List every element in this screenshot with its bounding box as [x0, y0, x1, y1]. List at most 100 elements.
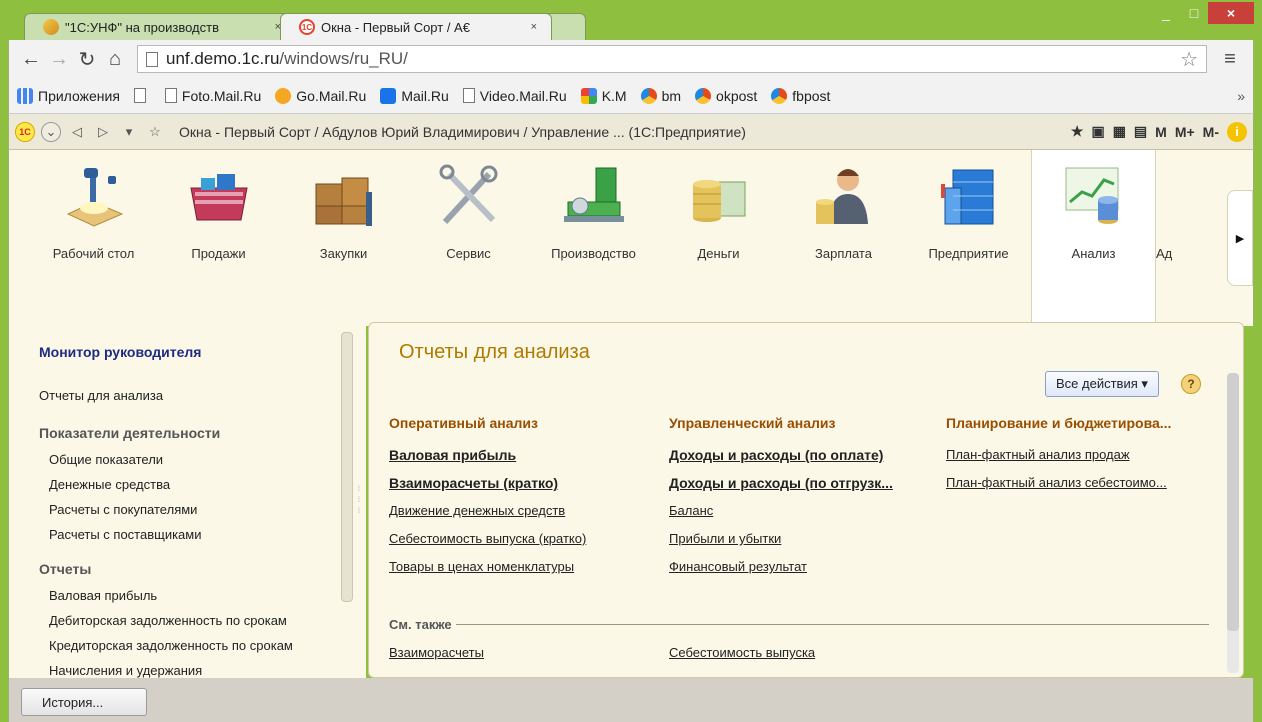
section-production[interactable]: Производство [531, 150, 656, 326]
bookmark-label: K.M [601, 87, 627, 104]
report-link[interactable]: Движение денежных средств [389, 497, 586, 525]
nav-item[interactable]: Общие показатели [39, 447, 356, 472]
maximize-button[interactable]: □ [1180, 2, 1208, 24]
window-controls: _ □ × [1152, 2, 1254, 24]
bookmark-blank[interactable] [133, 88, 151, 103]
history-dropdown-icon[interactable]: ▾ [119, 122, 139, 142]
tab-strip: "1С:УНФ" на производств × 1С Окна - Перв… [24, 13, 586, 40]
navigation-scrollbar[interactable] [341, 332, 353, 602]
bookmark-km[interactable]: K.M [580, 87, 627, 104]
section-label: Сервис [446, 246, 491, 261]
form-scrollbar[interactable] [1227, 373, 1239, 673]
report-link[interactable]: Валовая прибыль [389, 441, 586, 469]
history-button[interactable]: История... [21, 688, 147, 716]
tools-icon [439, 164, 497, 225]
home-icon[interactable]: ⌂ [101, 48, 129, 71]
report-link[interactable]: Себестоимость выпуска (кратко) [389, 525, 586, 553]
section-money[interactable]: Деньги [656, 150, 781, 326]
bookmark-apps[interactable]: Приложения [17, 87, 120, 104]
mail-icon [380, 87, 397, 104]
report-link[interactable]: Товары в ценах номенклатуры [389, 553, 586, 581]
scrollbar-thumb[interactable] [1227, 373, 1239, 631]
bookmark-go[interactable]: Go.Mail.Ru [275, 87, 367, 104]
bookmark-label: Mail.Ru [401, 87, 449, 104]
bookmark-list-icon[interactable]: ▣ [1091, 123, 1104, 140]
toolbar-right: ★ ▣ ▦ ▤ M M+ M- i [1071, 121, 1247, 142]
report-link[interactable]: Доходы и расходы (по оплате) [669, 441, 893, 469]
section-label: Деньги [697, 246, 740, 261]
browser-window: "1С:УНФ" на производств × 1С Окна - Перв… [0, 0, 1262, 722]
calendar-icon[interactable]: ▤ [1134, 123, 1147, 140]
url-host: unf.demo.1c.ru [166, 49, 280, 68]
section-admin[interactable]: Ад [1156, 150, 1198, 326]
nav-item[interactable]: Кредиторская задолженность по срокам [39, 633, 356, 658]
forward-arrow-icon[interactable]: → [45, 48, 73, 71]
tab-close-icon[interactable]: × [531, 21, 537, 33]
memory-subtract-button[interactable]: M- [1203, 124, 1219, 140]
onec-logo-icon[interactable]: 1С [15, 121, 35, 142]
section-analysis[interactable]: Анализ [1031, 150, 1156, 326]
browser-menu-icon[interactable]: ≡ [1215, 48, 1245, 71]
memory-button[interactable]: M [1155, 124, 1167, 140]
memory-add-button[interactable]: M+ [1175, 124, 1195, 140]
page-icon [133, 88, 146, 103]
report-link[interactable]: Доходы и расходы (по отгрузк... [669, 469, 893, 497]
report-link[interactable]: План-фактный анализ себестоимо... [946, 469, 1206, 497]
see-also-link[interactable]: Взаиморасчеты [389, 645, 484, 660]
bookmarks-bar: Приложения Foto.Mail.Ru Go.Mail.Ru Mail.… [8, 78, 1254, 114]
help-icon[interactable]: ? [1181, 374, 1201, 394]
tab-unf[interactable]: "1С:УНФ" на производств × [24, 13, 296, 40]
bookmark-foto[interactable]: Foto.Mail.Ru [164, 88, 261, 104]
favorite-star-icon[interactable]: ☆ [145, 122, 165, 142]
close-window-button[interactable]: × [1208, 2, 1254, 24]
see-also-link[interactable]: Себестоимость выпуска [669, 645, 815, 660]
bookmark-bm[interactable]: bm [640, 87, 681, 104]
report-link[interactable]: Финансовый результат [669, 553, 893, 581]
nav-item[interactable]: Расчеты с поставщиками [39, 522, 356, 547]
chart-icon [1065, 167, 1118, 224]
bookmark-label: Go.Mail.Ru [296, 87, 367, 104]
section-sales[interactable]: Продажи [156, 150, 281, 326]
nav-item[interactable]: Валовая прибыль [39, 583, 356, 608]
bookmark-video[interactable]: Video.Mail.Ru [462, 88, 567, 104]
address-bar[interactable]: unf.demo.1c.ru/windows/ru_RU/ ☆ [137, 45, 1207, 73]
nav-item[interactable]: Дебиторская задолженность по срокам [39, 608, 356, 633]
money-icon [692, 180, 745, 222]
report-link[interactable]: Взаиморасчеты (кратко) [389, 469, 586, 497]
report-link[interactable]: Прибыли и убытки [669, 525, 893, 553]
calculator-icon[interactable]: ▦ [1113, 123, 1126, 140]
all-actions-button[interactable]: Все действия ▾ [1045, 371, 1159, 397]
section-salary[interactable]: Зарплата [781, 150, 906, 326]
nav-item[interactable]: Начисления и удержания [39, 658, 356, 678]
panel-splitter[interactable]: ⁞ ⁞ ⁞ [356, 326, 366, 678]
tab-okna[interactable]: 1С Окна - Первый Сорт / А€ × [280, 13, 552, 40]
back-arrow-icon[interactable]: ← [17, 48, 45, 71]
sections-scroll-right-icon[interactable]: ▶ [1227, 190, 1253, 286]
reload-icon[interactable]: ↻ [73, 47, 101, 72]
page-icon [164, 88, 177, 103]
back-icon[interactable]: ◁ [67, 122, 87, 142]
info-icon[interactable]: i [1227, 121, 1247, 142]
report-link[interactable]: План-фактный анализ продаж [946, 441, 1206, 469]
admin-section-icon [1156, 162, 1176, 230]
nav-link-reports[interactable]: Отчеты для анализа [39, 388, 356, 403]
favorites-icon[interactable]: ★ [1071, 123, 1084, 140]
nav-header[interactable]: Монитор руководителя [39, 344, 356, 360]
section-enterprise[interactable]: Предприятие [906, 150, 1031, 326]
nav-item[interactable]: Денежные средства [39, 472, 356, 497]
section-service[interactable]: Сервис [406, 150, 531, 326]
nav-item[interactable]: Расчеты с покупателями [39, 497, 356, 522]
app-toolbar: 1С ⌄ ◁ ▷ ▾ ☆ Окна - Первый Сорт / Абдуло… [8, 114, 1254, 150]
bookmark-fbpost[interactable]: fbpost [771, 87, 830, 104]
forward-icon[interactable]: ▷ [93, 122, 113, 142]
main-menu-icon[interactable]: ⌄ [41, 121, 61, 142]
section-desktop[interactable]: Рабочий стол [31, 150, 156, 326]
bookmark-okpost[interactable]: okpost [695, 87, 757, 104]
section-purchases[interactable]: Закупки [281, 150, 406, 326]
report-link[interactable]: Баланс [669, 497, 893, 525]
bookmarks-more-button[interactable]: » [1237, 88, 1245, 104]
bookmark-mail[interactable]: Mail.Ru [380, 87, 449, 104]
bookmark-star-icon[interactable]: ☆ [1180, 47, 1198, 72]
minimize-button[interactable]: _ [1152, 2, 1180, 24]
nav-gap [39, 547, 356, 561]
